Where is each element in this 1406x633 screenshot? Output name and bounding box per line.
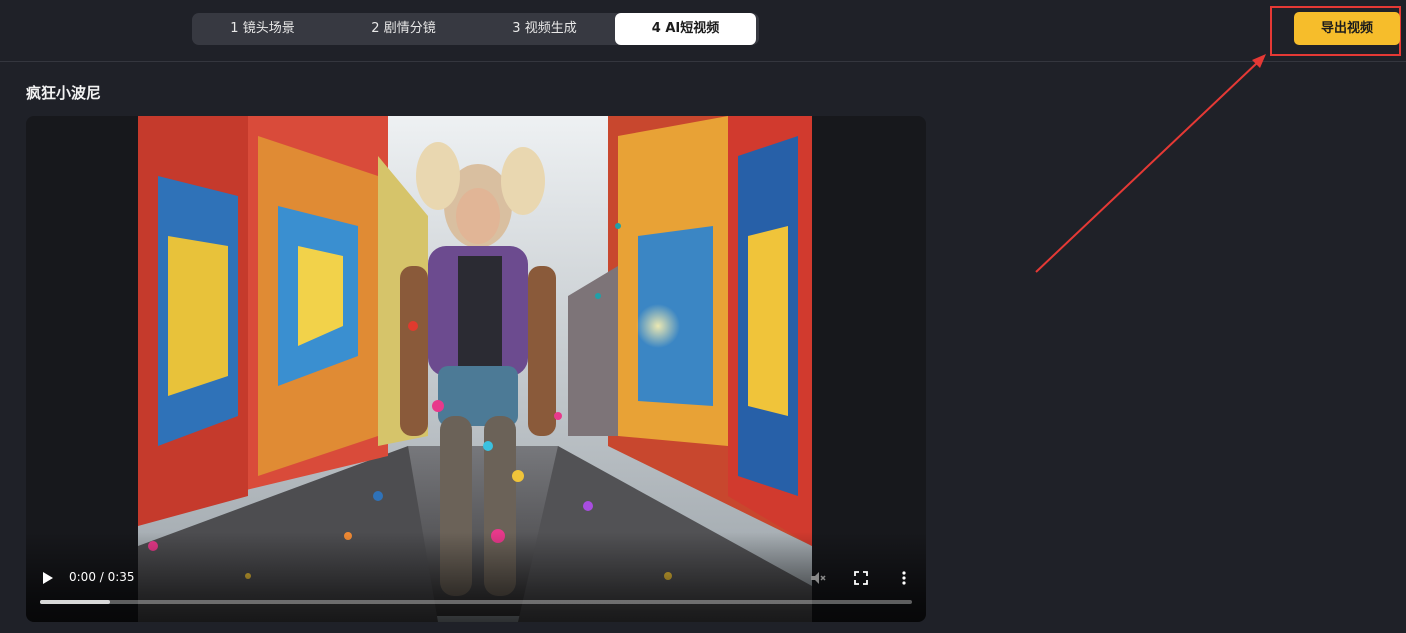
top-bar: 1 镜头场景 2 剧情分镜 3 视频生成 4 AI短视频 [0,0,1406,62]
tab-step-4-ai-short-video[interactable]: 4 AI短视频 [615,13,756,45]
fullscreen-icon[interactable] [852,569,870,587]
tab-step-3-video-generation[interactable]: 3 视频生成 [474,13,615,45]
tab-step-2-storyboard[interactable]: 2 剧情分镜 [333,13,474,45]
progress-fill [40,600,110,604]
volume-muted-icon[interactable] [809,569,827,587]
tab-step-1-scene[interactable]: 1 镜头场景 [192,13,333,45]
step-tabs: 1 镜头场景 2 剧情分镜 3 视频生成 4 AI短视频 [192,13,759,45]
time-display: 0:00 / 0:35 [69,570,135,584]
video-player[interactable]: 0:00 / 0:35 [26,116,926,622]
progress-bar[interactable] [40,600,912,604]
video-title: 疯狂小波尼 [26,84,102,102]
play-icon[interactable] [40,569,56,587]
more-vertical-icon[interactable] [895,569,913,587]
controls-overlay [26,532,926,622]
export-video-button[interactable]: 导出视频 [1294,12,1400,45]
